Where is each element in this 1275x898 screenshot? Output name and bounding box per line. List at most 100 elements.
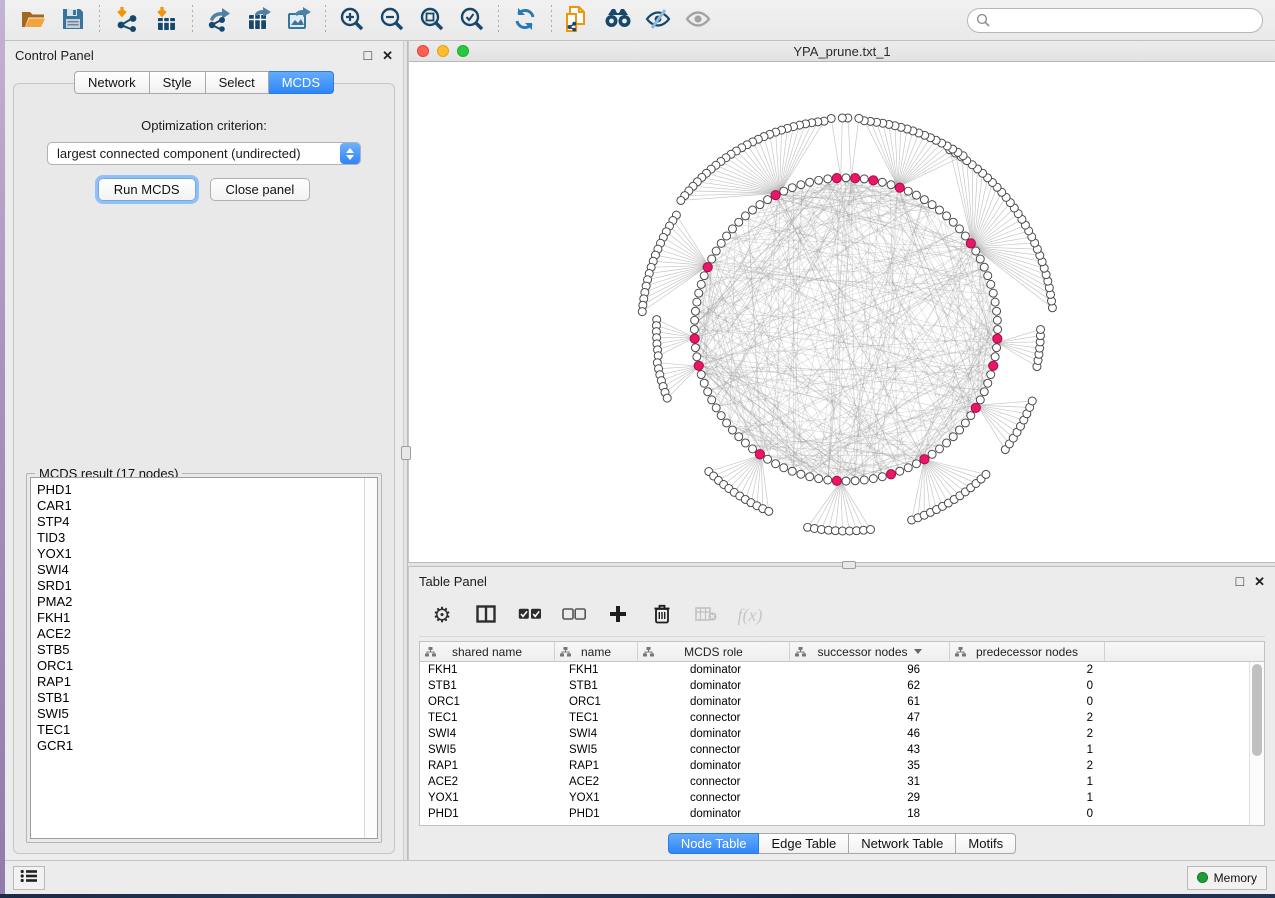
mcds-node-item[interactable]: RAP1 (37, 674, 364, 690)
zoom-in-button[interactable] (332, 3, 372, 37)
network-node[interactable] (842, 477, 850, 485)
network-node[interactable] (788, 467, 796, 475)
network-leaf-node[interactable] (677, 196, 685, 204)
network-node[interactable] (860, 476, 868, 484)
network-node[interactable] (691, 307, 699, 315)
close-panel-icon[interactable]: ✕ (382, 49, 393, 62)
network-node[interactable] (956, 225, 964, 233)
network-leaf-node[interactable] (1037, 325, 1045, 333)
network-node[interactable] (972, 247, 980, 255)
network-node[interactable] (956, 426, 964, 434)
network-node[interactable] (869, 475, 877, 483)
network-node[interactable] (851, 477, 859, 485)
window-minimize-icon[interactable] (437, 45, 449, 57)
table-row[interactable]: TEC1TEC1connector472 (420, 710, 1249, 726)
network-node[interactable] (904, 464, 912, 472)
network-node[interactable] (842, 174, 850, 182)
network-node[interactable] (764, 455, 772, 463)
mcds-node-item[interactable]: YOX1 (37, 546, 364, 562)
mcds-node-item[interactable]: SWI5 (37, 706, 364, 722)
network-node[interactable] (797, 470, 805, 478)
table-row[interactable]: RAP1RAP1dominator352 (420, 758, 1249, 774)
import-network-button[interactable] (106, 3, 146, 37)
network-node[interactable] (797, 181, 805, 189)
network-node[interactable] (741, 212, 749, 220)
network-node[interactable] (690, 325, 698, 333)
network-leaf-node[interactable] (867, 526, 875, 534)
mcds-node-item[interactable]: ACE2 (37, 626, 364, 642)
mcds-node-item[interactable]: FKH1 (37, 610, 364, 626)
network-node[interactable] (896, 467, 904, 475)
zoom-fit-button[interactable] (412, 3, 452, 37)
network-node[interactable] (708, 396, 716, 404)
network-node[interactable] (987, 371, 995, 379)
network-leaf-node[interactable] (638, 308, 646, 316)
network-node[interactable] (904, 187, 912, 195)
table-tab-network-table[interactable]: Network Table (849, 833, 956, 854)
show-columns-button[interactable] (471, 601, 501, 631)
delete-column-button[interactable] (647, 601, 677, 631)
import-table-button[interactable] (146, 3, 186, 37)
network-node[interactable] (976, 396, 984, 404)
network-node[interactable] (712, 404, 720, 412)
network-node[interactable] (723, 419, 731, 427)
network-node[interactable] (780, 187, 788, 195)
network-node[interactable] (806, 178, 814, 186)
network-node[interactable] (717, 239, 725, 247)
network-node[interactable] (697, 371, 705, 379)
network-node[interactable] (994, 325, 1002, 333)
scrollbar-thumb[interactable] (1252, 664, 1262, 756)
mcds-selected-node[interactable] (771, 191, 780, 200)
statusbar-menu-button[interactable] (13, 866, 45, 890)
column-header-predecessor-nodes[interactable]: predecessor nodes (950, 642, 1105, 661)
mcds-list-scrollbar[interactable] (364, 478, 377, 838)
network-node[interactable] (989, 289, 997, 297)
network-node[interactable] (943, 439, 951, 447)
network-node[interactable] (984, 379, 992, 387)
network-node[interactable] (935, 445, 943, 453)
tab-network[interactable]: Network (74, 71, 150, 94)
network-node[interactable] (788, 184, 796, 192)
network-node[interactable] (764, 196, 772, 204)
export-network-button[interactable] (199, 3, 239, 37)
mcds-selected-node[interactable] (895, 183, 904, 192)
table-row[interactable]: ACE2ACE2connector311 (420, 774, 1249, 790)
network-node[interactable] (700, 379, 708, 387)
network-node[interactable] (878, 178, 886, 186)
network-leaf-node[interactable] (855, 114, 863, 122)
network-node[interactable] (824, 175, 832, 183)
vertical-splitter[interactable] (403, 41, 408, 860)
network-node[interactable] (928, 450, 936, 458)
network-node[interactable] (695, 289, 703, 297)
network-node[interactable] (991, 353, 999, 361)
mcds-node-item[interactable]: GCR1 (37, 738, 364, 754)
mcds-selected-node[interactable] (832, 476, 841, 485)
mcds-node-item[interactable]: STB5 (37, 642, 364, 658)
splitter-grip[interactable] (401, 446, 411, 460)
network-node[interactable] (976, 255, 984, 263)
window-zoom-icon[interactable] (457, 45, 469, 57)
table-row[interactable]: PHD1PHD1dominator180 (420, 806, 1249, 822)
run-mcds-button[interactable]: Run MCDS (98, 178, 196, 201)
network-node[interactable] (728, 225, 736, 233)
mcds-selected-node[interactable] (966, 239, 975, 248)
apply-layout-button[interactable] (505, 3, 545, 37)
table-row[interactable]: STB1STB1dominator620 (420, 678, 1249, 694)
network-node[interactable] (943, 212, 951, 220)
network-node[interactable] (991, 298, 999, 306)
network-leaf-node[interactable] (838, 114, 846, 122)
mcds-node-item[interactable]: SWI4 (37, 562, 364, 578)
network-node[interactable] (700, 272, 708, 280)
network-node[interactable] (772, 460, 780, 468)
mcds-selected-node[interactable] (971, 403, 980, 412)
network-leaf-node[interactable] (765, 507, 773, 515)
mcds-node-item[interactable]: STB1 (37, 690, 364, 706)
column-header-MCDS-role[interactable]: MCDS role (638, 642, 790, 661)
network-node[interactable] (993, 307, 1001, 315)
select-all-button[interactable] (515, 601, 545, 631)
splitter-grip[interactable] (842, 561, 856, 569)
table-row[interactable]: SWI4SWI4dominator462 (420, 726, 1249, 742)
show-all-button[interactable] (678, 3, 718, 37)
mcds-selected-node[interactable] (989, 361, 998, 370)
mcds-selected-node[interactable] (869, 176, 878, 185)
